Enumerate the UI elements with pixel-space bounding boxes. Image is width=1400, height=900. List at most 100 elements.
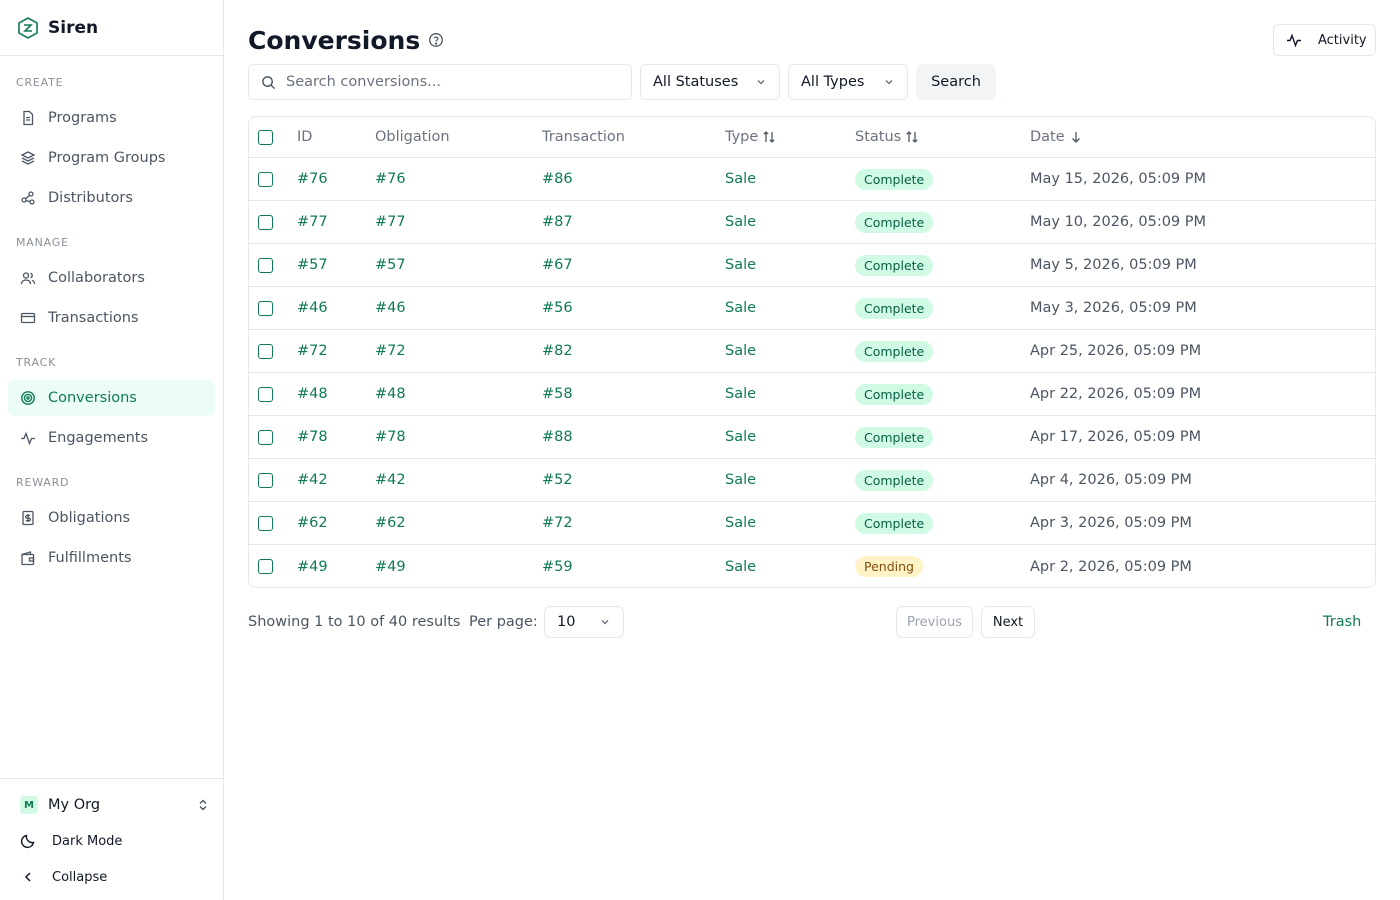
conversion-id-link[interactable]: #49	[297, 545, 328, 587]
conversion-id-link[interactable]: #78	[297, 416, 328, 458]
transaction-link[interactable]: #87	[542, 201, 573, 243]
search-button[interactable]: Search	[916, 64, 996, 100]
transaction-link[interactable]: #56	[542, 287, 573, 329]
conversion-id-link[interactable]: #62	[297, 502, 328, 544]
transaction-link[interactable]: #82	[542, 330, 573, 372]
column-header-type[interactable]: Type	[725, 117, 776, 157]
conversion-id-link[interactable]: #57	[297, 244, 328, 286]
conversion-id-link[interactable]: #48	[297, 373, 328, 415]
column-header-label: Status	[855, 129, 902, 145]
sidebar-item-program-groups[interactable]: Program Groups	[8, 140, 215, 176]
column-header-transaction[interactable]: Transaction	[542, 117, 625, 157]
transaction-link[interactable]: #72	[542, 502, 573, 544]
transaction-link[interactable]: #88	[542, 416, 573, 458]
select-all-checkbox[interactable]	[258, 129, 273, 145]
obligation-link[interactable]: #78	[375, 416, 406, 458]
obligation-link[interactable]: #46	[375, 287, 406, 329]
row-select-cell	[258, 502, 273, 544]
moon-icon	[20, 833, 36, 849]
transaction-link[interactable]: #86	[542, 158, 573, 200]
row-checkbox[interactable]	[258, 257, 273, 273]
date-cell: May 5, 2026, 05:09 PM	[1030, 257, 1197, 273]
sidebar-item-distributors[interactable]: Distributors	[8, 180, 215, 216]
conversion-id-link[interactable]: #42	[297, 459, 328, 501]
conversion-id-link[interactable]: #76	[297, 158, 328, 200]
obligation-link[interactable]: #48	[375, 373, 406, 415]
table-row[interactable]: #77 #77 #87 Sale Complete May 10, 2026, 05:09…	[249, 201, 1375, 244]
type-cell: Sale	[725, 472, 757, 488]
next-page-button[interactable]: Next	[981, 606, 1035, 638]
row-checkbox[interactable]	[258, 472, 273, 488]
type-filter-value: All Types	[801, 74, 865, 90]
column-header-obligation[interactable]: Obligation	[375, 117, 450, 157]
activity-icon	[20, 430, 36, 446]
table-row[interactable]: #57 #57 #67 Sale Complete May 5, 2026, 05:09 …	[249, 244, 1375, 287]
obligation-link[interactable]: #77	[375, 201, 406, 243]
row-checkbox[interactable]	[258, 300, 273, 316]
table-row[interactable]: #76 #76 #86 Sale Complete May 15, 2026, 05:09…	[249, 158, 1375, 201]
column-header-date[interactable]: Date	[1030, 117, 1083, 157]
status-cell: Complete	[855, 330, 934, 372]
status-badge: Complete	[855, 168, 934, 190]
org-switcher[interactable]: M My Org	[20, 794, 210, 816]
per-page-select[interactable]: 10	[544, 606, 624, 638]
dark-mode-toggle[interactable]: Dark Mode	[20, 831, 122, 851]
row-checkbox[interactable]	[258, 559, 273, 574]
table-row[interactable]: #78 #78 #88 Sale Complete Apr 17, 2026, 05:09…	[249, 416, 1375, 459]
column-header-status[interactable]: Status	[855, 117, 919, 157]
sidebar-item-fulfillments[interactable]: Fulfillments	[8, 540, 215, 576]
brand[interactable]: Siren	[0, 0, 223, 56]
arrow-down-icon	[1069, 130, 1083, 144]
sidebar-item-obligations[interactable]: Obligations	[8, 500, 215, 536]
sidebar-item-engagements[interactable]: Engagements	[8, 420, 215, 456]
help-circle-icon[interactable]	[428, 32, 444, 48]
table-row[interactable]: #48 #48 #58 Sale Complete Apr 22, 2026, 05:09…	[249, 373, 1375, 416]
obligation-link[interactable]: #72	[375, 330, 406, 372]
conversion-id-link[interactable]: #77	[297, 201, 328, 243]
transaction-link[interactable]: #52	[542, 459, 573, 501]
transaction-link[interactable]: #59	[542, 545, 573, 587]
search-field[interactable]	[248, 64, 632, 100]
table-row[interactable]: #49 #49 #59 Sale Pending Apr 2, 2026, 05:09 P…	[249, 545, 1375, 587]
trash-link[interactable]: Trash	[1323, 606, 1361, 638]
conversion-id-link[interactable]: #46	[297, 287, 328, 329]
obligation-link[interactable]: #49	[375, 545, 406, 587]
activity-icon	[1286, 32, 1302, 48]
section-label-track: TRACK	[16, 356, 57, 369]
conversion-id-link[interactable]: #72	[297, 330, 328, 372]
column-header-id[interactable]: ID	[297, 117, 312, 157]
obligation-link[interactable]: #62	[375, 502, 406, 544]
transaction-link[interactable]: #67	[542, 244, 573, 286]
row-checkbox[interactable]	[258, 171, 273, 187]
status-filter-select[interactable]: All Statuses	[640, 64, 780, 100]
row-checkbox[interactable]	[258, 214, 273, 230]
row-checkbox[interactable]	[258, 515, 273, 531]
sidebar-item-label: Fulfillments	[48, 550, 132, 566]
file-text-icon	[20, 110, 36, 126]
sidebar-item-conversions[interactable]: Conversions	[8, 380, 215, 416]
table-row[interactable]: #72 #72 #82 Sale Complete Apr 25, 2026, 05:09…	[249, 330, 1375, 373]
search-input[interactable]	[286, 74, 616, 90]
obligation-link[interactable]: #76	[375, 158, 406, 200]
sidebar-item-programs[interactable]: Programs	[8, 100, 215, 136]
table-row[interactable]: #46 #46 #56 Sale Complete May 3, 2026, 05:09 …	[249, 287, 1375, 330]
obligation-link[interactable]: #42	[375, 459, 406, 501]
sidebar-item-transactions[interactable]: Transactions	[8, 300, 215, 336]
row-checkbox[interactable]	[258, 429, 273, 445]
status-badge: Complete	[855, 211, 934, 233]
chevrons-up-down-icon	[196, 798, 210, 812]
previous-page-button[interactable]: Previous	[896, 606, 973, 638]
sidebar-item-collaborators[interactable]: Collaborators	[8, 260, 215, 296]
obligation-link[interactable]: #57	[375, 244, 406, 286]
table-row[interactable]: #62 #62 #72 Sale Complete Apr 3, 2026, 05:09 …	[249, 502, 1375, 545]
row-checkbox[interactable]	[258, 343, 273, 359]
sidebar-item-label: Engagements	[48, 430, 149, 446]
transaction-link[interactable]: #58	[542, 373, 573, 415]
row-checkbox[interactable]	[258, 386, 273, 402]
activity-button[interactable]: Activity	[1273, 24, 1376, 56]
collapse-button[interactable]: Collapse	[20, 867, 107, 887]
type-filter-select[interactable]: All Types	[788, 64, 908, 100]
date-cell: Apr 3, 2026, 05:09 PM	[1030, 515, 1192, 531]
sidebar-item-label: Distributors	[48, 190, 133, 206]
table-row[interactable]: #42 #42 #52 Sale Complete Apr 4, 2026, 05:09 …	[249, 459, 1375, 502]
